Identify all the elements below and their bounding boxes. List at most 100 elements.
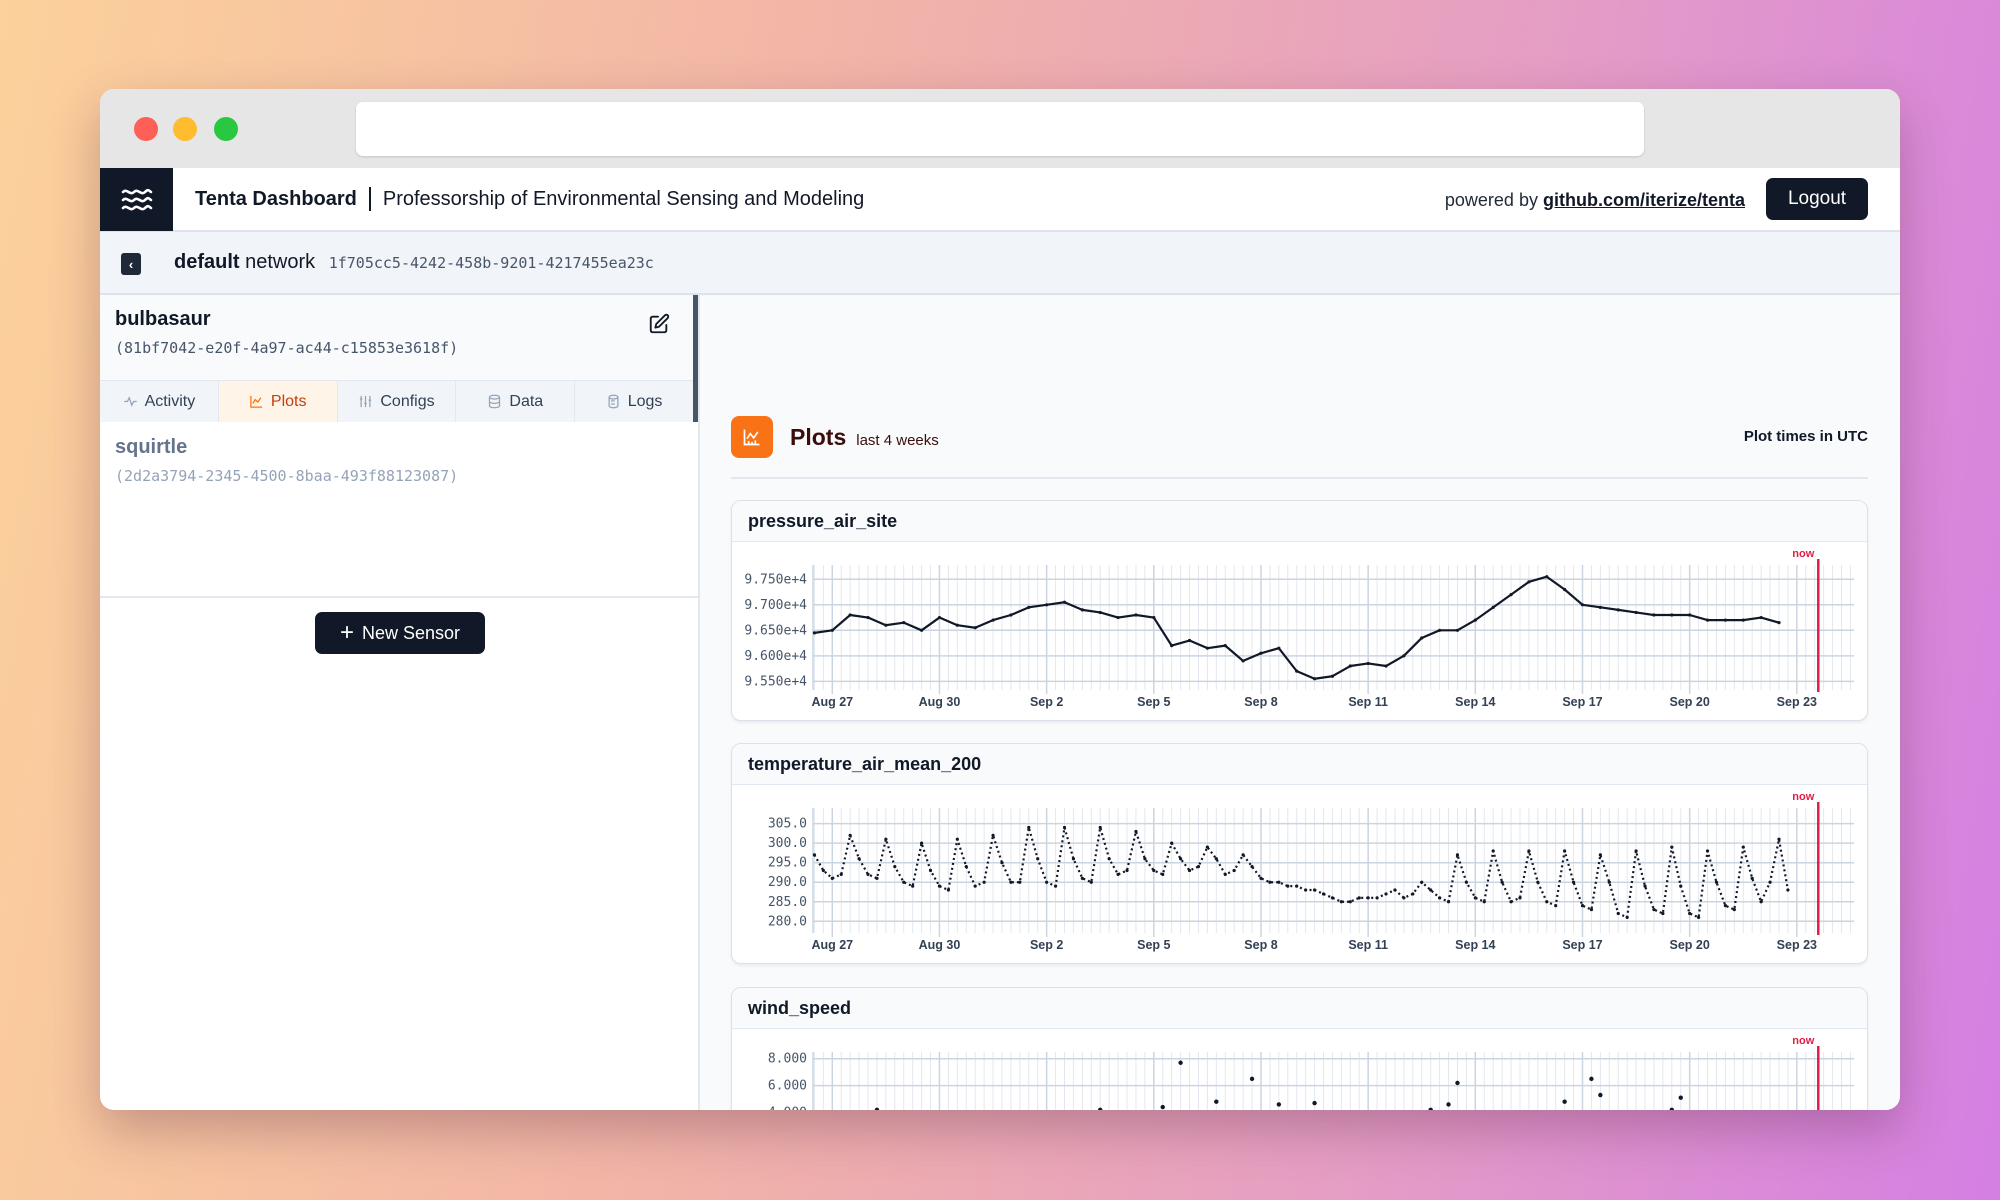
data-point xyxy=(920,628,924,632)
logout-button[interactable]: Logout xyxy=(1766,178,1868,220)
data-point xyxy=(1571,880,1576,884)
repo-link[interactable]: github.com/iterize/tenta xyxy=(1543,190,1745,210)
close-window-button[interactable] xyxy=(134,117,158,141)
data-point xyxy=(884,623,888,627)
logs-icon xyxy=(608,394,619,409)
x-tick-label: Sep 5 xyxy=(1137,938,1170,952)
data-point xyxy=(1741,845,1745,849)
data-point xyxy=(1688,613,1692,617)
data-point xyxy=(1268,880,1272,884)
new-sensor-button[interactable]: + New Sensor xyxy=(315,612,485,654)
data-point xyxy=(1134,613,1138,617)
tab-plots[interactable]: Plots xyxy=(218,381,338,422)
y-tick-label: 305.0 xyxy=(768,817,807,832)
x-tick-label: Sep 23 xyxy=(1777,938,1817,952)
plus-icon: + xyxy=(339,619,354,646)
temperature-chart[interactable]: 280.0 285.0 290.0 295.0 300.0 305.0 Aug 27 Aug … xyxy=(732,744,1868,964)
waves-icon[interactable] xyxy=(100,168,173,231)
plots-divider xyxy=(731,477,1868,479)
data-point xyxy=(1187,638,1192,643)
sensor-id: (81bf7042-e20f-4a97-ac44-c15853e3618f) xyxy=(115,339,459,357)
data-point xyxy=(1348,900,1352,904)
data-point xyxy=(1509,592,1513,597)
plot-card-pressure: pressure_air_site 9.550e+4 9.600e+4 9.650e… xyxy=(731,500,1868,721)
data-point xyxy=(991,833,995,837)
data-point xyxy=(1589,1076,1594,1082)
data-point xyxy=(1562,1099,1567,1104)
tab-activity[interactable]: Activity xyxy=(100,381,219,422)
data-point xyxy=(1170,644,1174,648)
database-icon xyxy=(489,394,501,409)
pressure-chart[interactable]: 9.550e+4 9.600e+4 9.650e+4 9.700e+4 9.750e+4… xyxy=(732,501,1868,721)
x-tick-label: Sep 20 xyxy=(1670,695,1710,709)
data-point xyxy=(839,872,843,877)
data-point xyxy=(1580,904,1585,908)
data-point xyxy=(875,876,879,880)
data-point xyxy=(1438,628,1442,632)
data-point xyxy=(982,880,986,884)
data-point xyxy=(1357,896,1361,900)
data-point xyxy=(1286,884,1290,888)
app-name: Tenta Dashboard xyxy=(195,187,357,210)
data-point xyxy=(874,1107,880,1110)
data-point xyxy=(1678,1095,1683,1100)
network-label: network xyxy=(245,251,316,273)
sidebar-divider xyxy=(100,596,698,598)
sensor-item-squirtle[interactable]: squirtle (2d2a3794-2345-4500-8baa-493f88… xyxy=(100,422,698,596)
x-tick-label: Aug 30 xyxy=(919,938,961,952)
data-point xyxy=(1259,651,1263,655)
data-point xyxy=(1669,1107,1675,1110)
tab-label: Logs xyxy=(627,392,663,410)
y-tick-label: 9.600e+4 xyxy=(744,649,807,664)
x-tick-label: Sep 17 xyxy=(1562,938,1602,952)
data-point xyxy=(1053,884,1058,888)
y-tick-label: 285.0 xyxy=(768,895,807,910)
data-point xyxy=(1366,661,1370,666)
wind-chart[interactable]: 0.0002.0004.0006.0008.000Aug 27 Aug 30 Sep… xyxy=(732,988,1868,1110)
data-point xyxy=(1045,603,1049,607)
data-point xyxy=(1679,884,1683,888)
data-point xyxy=(848,613,852,617)
data-point xyxy=(1375,896,1379,900)
data-point xyxy=(1616,608,1620,612)
data-point xyxy=(1178,1060,1183,1065)
data-point xyxy=(1697,915,1701,919)
data-point xyxy=(1080,608,1084,612)
minimize-window-button[interactable] xyxy=(173,117,197,141)
zoom-window-button[interactable] xyxy=(214,117,238,141)
data-point xyxy=(1036,857,1040,861)
data-point xyxy=(1545,575,1549,579)
data-point xyxy=(1589,907,1594,912)
x-tick-label: Sep 11 xyxy=(1348,695,1388,709)
data-point xyxy=(1071,857,1076,861)
data-point xyxy=(1446,900,1451,904)
data-point xyxy=(1116,872,1120,877)
y-tick-label: 280.0 xyxy=(768,914,807,929)
data-point xyxy=(1420,636,1424,640)
data-point xyxy=(857,857,861,861)
data-point xyxy=(1170,841,1174,845)
timezone-note: Plot times in UTC xyxy=(1743,428,1868,445)
data-point xyxy=(1009,880,1013,884)
edit-icon[interactable] xyxy=(648,313,670,335)
tab-data[interactable]: Data xyxy=(456,381,576,422)
data-point xyxy=(1509,900,1513,904)
data-point xyxy=(1223,644,1227,648)
sensor-item-bulbasaur[interactable]: bulbasaur (81bf7042-e20f-4a97-ac44-c1585… xyxy=(100,295,698,422)
back-button[interactable]: ‹ xyxy=(121,253,141,275)
tab-logs[interactable]: Logs xyxy=(575,381,693,422)
data-point xyxy=(1464,880,1468,884)
sensor-tabs: Activity Plots Configs Data Logs xyxy=(100,380,693,422)
tab-configs[interactable]: Configs xyxy=(338,381,457,422)
data-point xyxy=(1438,896,1442,900)
tab-label: Activity xyxy=(144,392,196,410)
address-bar[interactable] xyxy=(356,102,1644,156)
data-point xyxy=(1152,868,1156,873)
data-point xyxy=(1312,677,1317,681)
data-point xyxy=(1545,900,1549,904)
data-point xyxy=(1670,613,1674,617)
data-point xyxy=(1732,907,1736,912)
data-point xyxy=(1473,896,1477,900)
data-point xyxy=(1018,880,1022,884)
now-label: now xyxy=(1792,791,1814,803)
